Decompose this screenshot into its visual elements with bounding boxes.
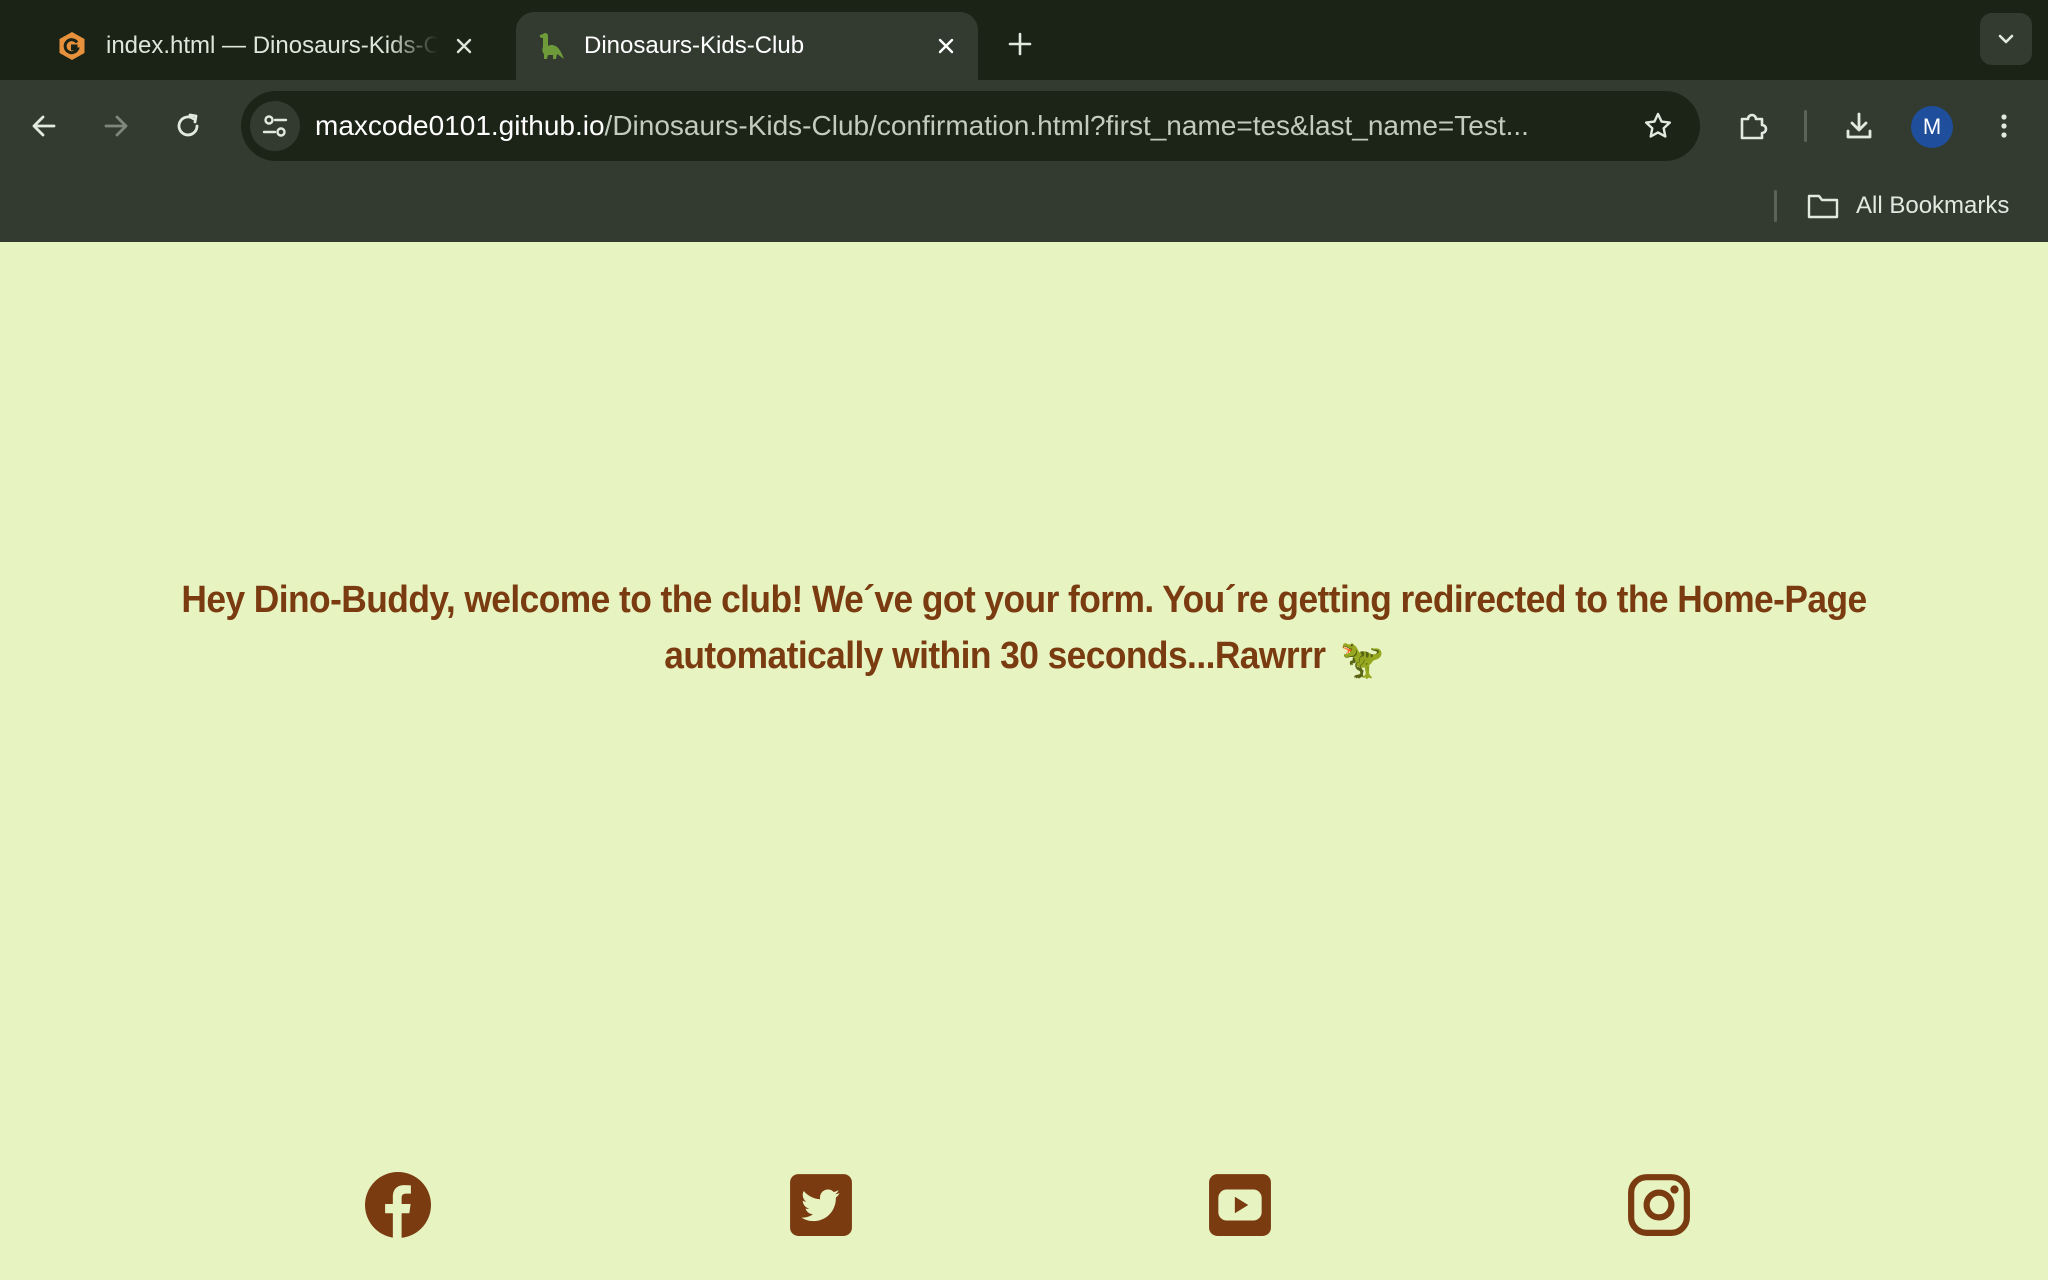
puzzle-icon bbox=[1740, 113, 1768, 140]
chevron-down-icon bbox=[1998, 34, 2014, 44]
folder-icon bbox=[1807, 194, 1839, 219]
tab-dinosaurs-kids-club[interactable]: Dinosaurs-Kids-Club bbox=[516, 12, 978, 80]
reload-icon bbox=[177, 113, 199, 137]
twitter-icon bbox=[790, 1174, 852, 1236]
new-tab-button[interactable] bbox=[996, 20, 1044, 68]
forward-button[interactable] bbox=[91, 101, 141, 151]
instagram-icon bbox=[1628, 1174, 1690, 1236]
bookmarks-divider bbox=[1774, 190, 1777, 222]
close-tab-icon[interactable] bbox=[928, 28, 964, 64]
extensions-button[interactable] bbox=[1728, 101, 1778, 151]
page-content: Hey Dino-Buddy, welcome to the club! We´… bbox=[0, 242, 2048, 1280]
tab-index-html[interactable]: index.html — Dinosaurs-Kids-Club bbox=[40, 12, 496, 80]
url-text[interactable]: maxcode0101.github.io/Dinosaurs-Kids-Clu… bbox=[315, 91, 1555, 161]
back-button[interactable] bbox=[19, 101, 69, 151]
arrow-right-icon bbox=[104, 115, 128, 137]
all-bookmarks-button[interactable]: All Bookmarks bbox=[1806, 186, 2009, 226]
profile-avatar[interactable]: M bbox=[1911, 106, 1953, 148]
hexagon-g-icon bbox=[59, 32, 85, 60]
url-path: /Dinosaurs-Kids-Club/confirmation.html?f… bbox=[604, 110, 1529, 141]
all-bookmarks-label: All Bookmarks bbox=[1856, 192, 2010, 219]
star-icon bbox=[1645, 112, 1671, 138]
reload-button[interactable] bbox=[163, 101, 213, 151]
confirmation-text: Hey Dino-Buddy, welcome to the club! We´… bbox=[181, 579, 1867, 677]
youtube-icon bbox=[1209, 1174, 1271, 1236]
toolbar-divider bbox=[1804, 110, 1807, 142]
browser-menu-button[interactable] bbox=[1979, 101, 2029, 151]
bookmark-star-button[interactable] bbox=[1633, 101, 1683, 151]
close-tab-icon[interactable] bbox=[446, 28, 482, 64]
arrow-left-icon bbox=[32, 115, 56, 137]
kebab-menu-icon bbox=[2001, 114, 2007, 138]
dinosaur-icon bbox=[539, 32, 564, 59]
tab-title: Dinosaurs-Kids-Club bbox=[584, 32, 805, 59]
tune-icon bbox=[262, 115, 288, 137]
plus-icon bbox=[1008, 32, 1032, 56]
facebook-icon bbox=[365, 1172, 431, 1238]
tab-search-button[interactable] bbox=[1980, 13, 2032, 65]
twitter-link[interactable] bbox=[786, 1170, 856, 1240]
confirmation-message: Hey Dino-Buddy, welcome to the club! We´… bbox=[155, 572, 1892, 688]
site-info-button[interactable] bbox=[250, 101, 300, 151]
youtube-link[interactable] bbox=[1205, 1170, 1275, 1240]
downloads-button[interactable] bbox=[1834, 101, 1884, 151]
t-rex-emoji: 🦖 bbox=[1340, 639, 1384, 681]
tab-title: index.html — Dinosaurs-Kids-Club bbox=[106, 32, 438, 59]
avatar-initial: M bbox=[1922, 114, 1942, 139]
browser-chrome: index.html — Dinosaurs-Kids-Club Dinosau… bbox=[0, 0, 2048, 242]
download-icon bbox=[1846, 112, 1872, 139]
instagram-link[interactable] bbox=[1624, 1170, 1694, 1240]
address-bar[interactable]: maxcode0101.github.io/Dinosaurs-Kids-Clu… bbox=[241, 91, 1700, 161]
facebook-link[interactable] bbox=[363, 1170, 433, 1240]
url-host: maxcode0101.github.io bbox=[315, 110, 605, 141]
